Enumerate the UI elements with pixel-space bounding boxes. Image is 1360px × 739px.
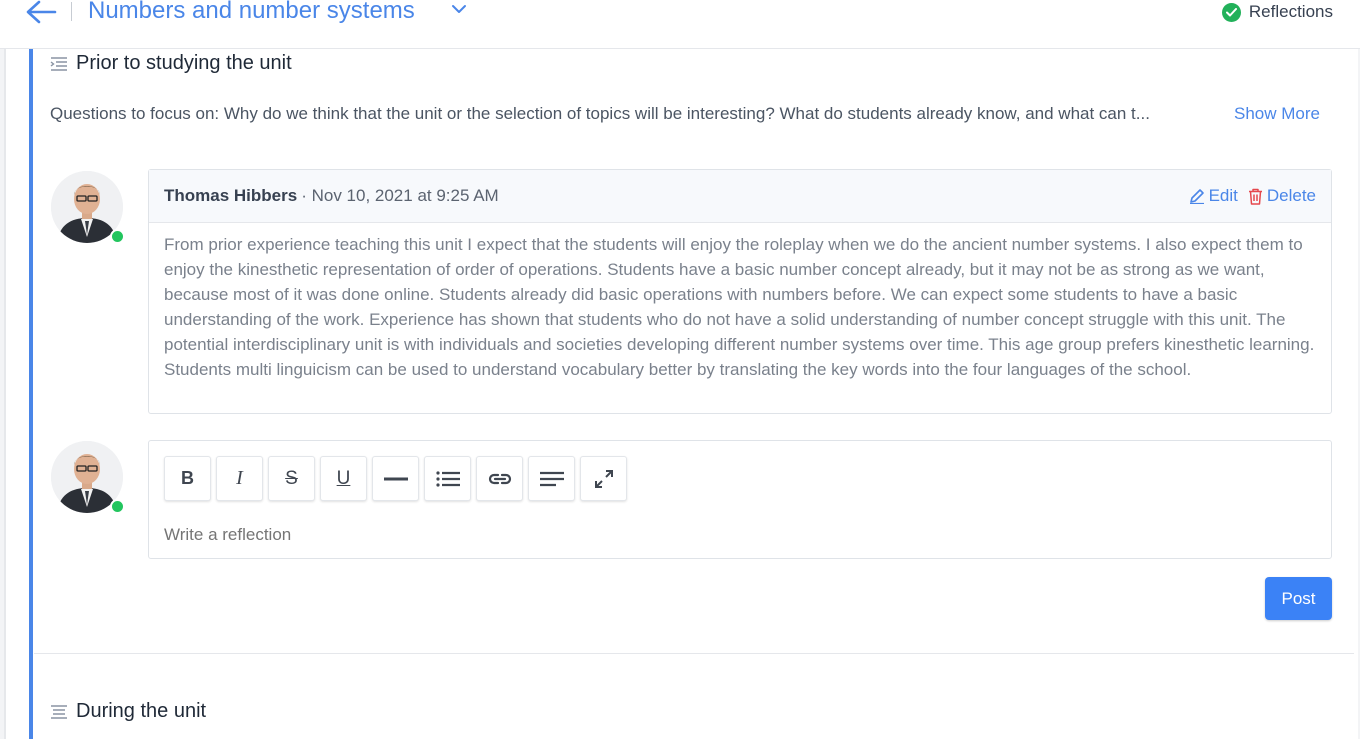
- post-button[interactable]: Post: [1265, 577, 1332, 620]
- align-center-icon: [51, 704, 67, 719]
- fullscreen-icon: [594, 469, 613, 488]
- link-button[interactable]: [476, 456, 523, 501]
- italic-icon: I: [236, 467, 243, 489]
- pencil-icon: [1189, 189, 1204, 204]
- show-more-link[interactable]: Show More: [1234, 104, 1320, 124]
- status-label: Reflections: [1248, 2, 1333, 21]
- top-bar: Numbers and number systems Reflections: [0, 0, 1360, 49]
- trash-icon: [1248, 188, 1262, 205]
- bullet-list-button[interactable]: [424, 456, 471, 501]
- questions-text: Questions to focus on: Why do we think t…: [50, 104, 1150, 123]
- horizontal-rule-icon: [383, 477, 408, 480]
- reflection-comment: Thomas Hibbers · Nov 10, 2021 at 9:25 AM…: [148, 169, 1332, 414]
- align-left-button[interactable]: [528, 456, 575, 501]
- reflection-input[interactable]: [164, 525, 1314, 545]
- underline-icon: U: [336, 467, 351, 489]
- avatar: [51, 171, 127, 247]
- comment-body: From prior experience teaching this unit…: [164, 235, 1315, 379]
- bold-button[interactable]: B: [164, 456, 211, 501]
- section-title: Prior to studying the unit: [76, 52, 292, 74]
- comment-author: Thomas Hibbers: [164, 186, 298, 205]
- delete-label: Delete: [1266, 186, 1316, 205]
- bold-icon: B: [181, 468, 194, 488]
- section-divider: [34, 653, 1354, 654]
- check-circle-icon: [1221, 2, 1241, 22]
- back-arrow-icon[interactable]: [24, 0, 58, 24]
- section-header-during[interactable]: During the unit: [50, 700, 206, 723]
- title-divider: [71, 2, 72, 21]
- horizontal-rule-button[interactable]: [372, 456, 419, 501]
- panel-edge: [4, 49, 6, 739]
- online-status-dot: [110, 229, 125, 244]
- avatar: [51, 441, 127, 517]
- align-left-icon: [539, 471, 564, 486]
- chevron-down-icon[interactable]: [450, 2, 468, 16]
- focus-questions: Questions to focus on: Why do we think t…: [50, 104, 1340, 124]
- bullet-list-icon: [435, 470, 460, 487]
- outline-list-icon: [50, 56, 67, 71]
- delete-button[interactable]: Delete: [1248, 186, 1316, 206]
- strikethrough-button[interactable]: S: [268, 456, 315, 501]
- comment-header: Thomas Hibbers · Nov 10, 2021 at 9:25 AM…: [149, 170, 1331, 223]
- section-title: During the unit: [76, 700, 207, 722]
- fullscreen-button[interactable]: [580, 456, 627, 501]
- edit-button[interactable]: Edit: [1189, 186, 1238, 206]
- italic-button[interactable]: I: [216, 456, 263, 501]
- edit-label: Edit: [1208, 186, 1238, 205]
- link-icon: [488, 473, 511, 484]
- page-title: Numbers and number systems: [88, 0, 415, 24]
- reflection-editor: B I S U: [148, 440, 1332, 559]
- comment-actions: Edit Delete: [1189, 186, 1316, 206]
- editor-toolbar: B I S U: [164, 456, 627, 501]
- active-section-accent: [29, 49, 33, 739]
- section-header-prior: Prior to studying the unit: [50, 52, 292, 75]
- strikethrough-icon: S: [285, 467, 298, 489]
- reflections-status: Reflections: [1221, 2, 1333, 22]
- comment-timestamp: · Nov 10, 2021 at 9:25 AM: [301, 186, 499, 205]
- underline-button[interactable]: U: [320, 456, 367, 501]
- online-status-dot: [110, 499, 125, 514]
